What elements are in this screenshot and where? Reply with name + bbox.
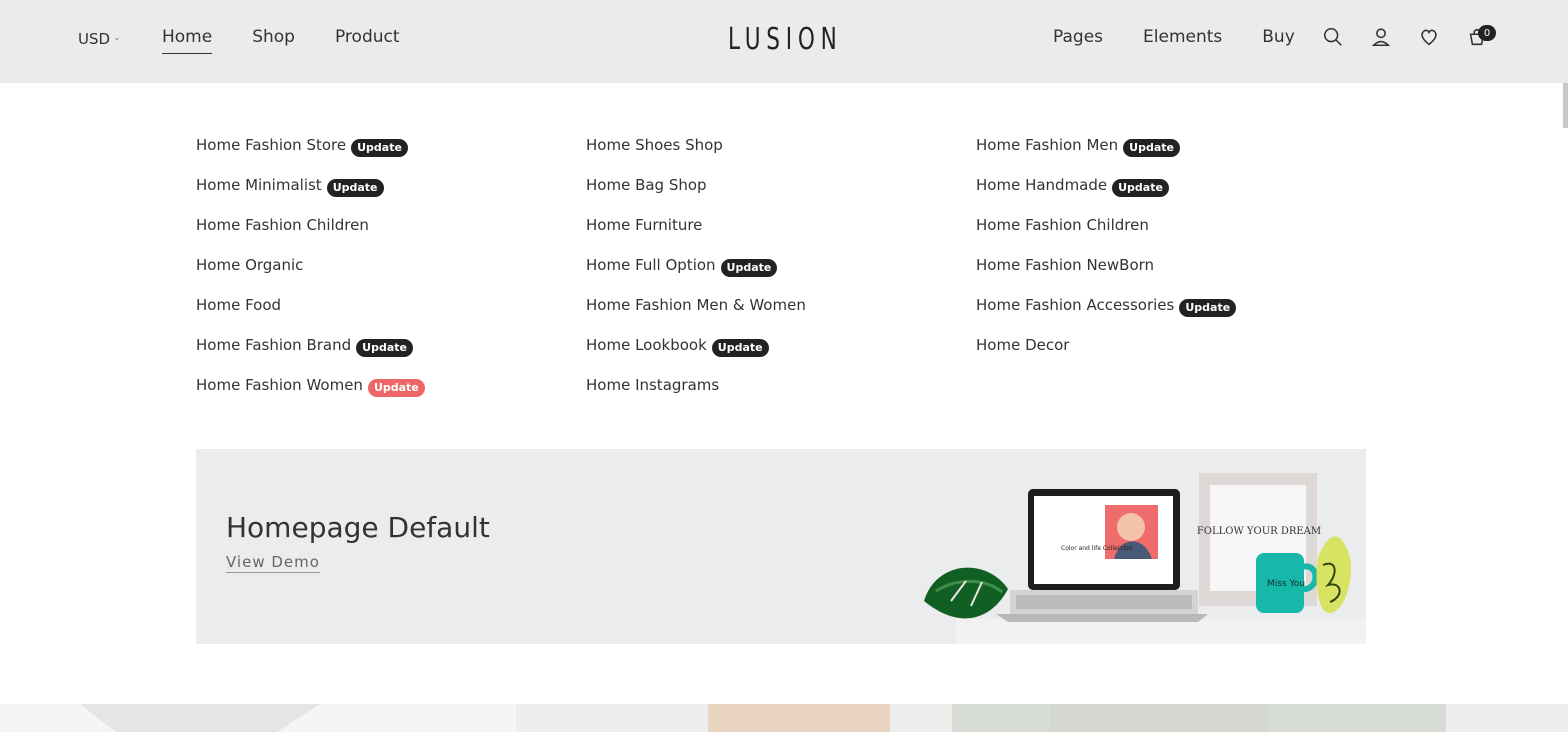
site-header: USD ⌄ Home Shop Product LUSION Pages Ele… <box>0 0 1568 83</box>
homepage-preview-strip <box>0 704 1568 732</box>
banner-product-illustration: Color and life Collection FOLLOW YOUR DR… <box>924 473 1366 644</box>
home-mega-menu: Home Fashion Store Update Home Minimalist… <box>196 136 1366 416</box>
mug-text: Miss You <box>1267 579 1305 589</box>
main-nav-right: Pages Elements Buy <box>1053 27 1295 53</box>
menu-link-home-minimalist[interactable]: Home Minimalist Update <box>196 176 586 216</box>
menu-link-home-shoes-shop[interactable]: Home Shoes Shop <box>586 136 976 176</box>
menu-link-home-fashion-brand[interactable]: Home Fashion Brand Update <box>196 336 586 376</box>
menu-link-home-full-option[interactable]: Home Full Option Update <box>586 256 976 296</box>
nav-home[interactable]: Home <box>162 27 213 54</box>
menu-link-home-fashion-newborn[interactable]: Home Fashion NewBorn <box>976 256 1366 296</box>
menu-link-home-fashion-men[interactable]: Home Fashion Men Update <box>976 136 1366 176</box>
user-icon[interactable] <box>1370 26 1392 50</box>
site-logo[interactable]: LUSION <box>728 22 843 57</box>
cart-count-badge: 0 <box>1478 25 1496 41</box>
mega-menu-column-1: Home Fashion Store Update Home Minimalist… <box>196 136 586 416</box>
cart-icon[interactable]: 0 <box>1466 25 1496 50</box>
mega-menu-column-3: Home Fashion Men Update Home Handmade Upda… <box>976 136 1366 416</box>
update-badge: Update <box>1179 299 1237 317</box>
nav-elements[interactable]: Elements <box>1143 27 1222 53</box>
menu-link-home-food[interactable]: Home Food <box>196 296 586 336</box>
homepage-default-banner: Homepage Default View Demo Color and lif… <box>196 449 1366 644</box>
update-badge: Update <box>356 339 413 357</box>
menu-link-home-lookbook[interactable]: Home Lookbook Update <box>586 336 976 376</box>
update-badge: Update <box>711 339 769 357</box>
update-badge: Update <box>1123 139 1180 157</box>
header-icons: 0 <box>1322 25 1496 50</box>
laptop-screen-text: Color and life Collection <box>1061 545 1133 552</box>
nav-product[interactable]: Product <box>335 27 400 54</box>
table-surface <box>956 619 1366 644</box>
menu-link-home-handmade[interactable]: Home Handmade Update <box>976 176 1366 216</box>
preview-image-bag <box>952 704 1446 732</box>
preview-image-left <box>0 704 516 732</box>
menu-link-home-fashion-women[interactable]: Home Fashion Women Update <box>196 376 586 416</box>
menu-link-home-fashion-children-2[interactable]: Home Fashion Children <box>976 216 1366 256</box>
menu-link-home-organic[interactable]: Home Organic <box>196 256 586 296</box>
preview-image-right <box>1446 704 1568 732</box>
menu-link-home-instagrams[interactable]: Home Instagrams <box>586 376 976 416</box>
nav-pages[interactable]: Pages <box>1053 27 1103 53</box>
banner-title: Homepage Default <box>226 511 490 544</box>
preview-image-fur <box>516 704 952 732</box>
nav-buy[interactable]: Buy <box>1262 27 1295 53</box>
menu-link-home-fashion-accessories[interactable]: Home Fashion Accessories Update <box>976 296 1366 336</box>
update-badge: Update <box>351 139 408 157</box>
page-scrollbar[interactable] <box>1563 83 1568 128</box>
frame-text: FOLLOW YOUR DREAM <box>1197 526 1321 537</box>
update-badge: Update <box>326 179 384 197</box>
view-demo-link[interactable]: View Demo <box>226 553 320 573</box>
menu-link-home-fashion-store[interactable]: Home Fashion Store Update <box>196 136 586 176</box>
update-badge: Update <box>720 259 778 277</box>
menu-link-home-furniture[interactable]: Home Furniture <box>586 216 976 256</box>
nav-shop[interactable]: Shop <box>252 27 295 54</box>
laptop-illustration: Color and life Collection <box>996 489 1208 622</box>
mega-menu-column-2: Home Shoes Shop Home Bag Shop Home Furni… <box>586 136 976 416</box>
currency-selector[interactable]: USD ⌄ <box>78 30 121 48</box>
search-icon[interactable] <box>1322 26 1344 50</box>
menu-link-home-fashion-children[interactable]: Home Fashion Children <box>196 216 586 256</box>
menu-link-home-decor[interactable]: Home Decor <box>976 336 1366 376</box>
chevron-down-icon: ⌄ <box>113 33 121 43</box>
menu-link-home-fashion-men-women[interactable]: Home Fashion Men & Women <box>586 296 976 336</box>
menu-link-home-bag-shop[interactable]: Home Bag Shop <box>586 176 976 216</box>
monstera-leaf-illustration <box>924 567 1008 619</box>
vase-illustration <box>1316 536 1352 614</box>
heart-icon[interactable] <box>1418 26 1440 50</box>
currency-label: USD <box>78 30 111 48</box>
update-badge: Update <box>1112 179 1169 197</box>
update-badge-red: Update <box>367 379 425 397</box>
main-nav-left: Home Shop Product <box>162 27 400 54</box>
